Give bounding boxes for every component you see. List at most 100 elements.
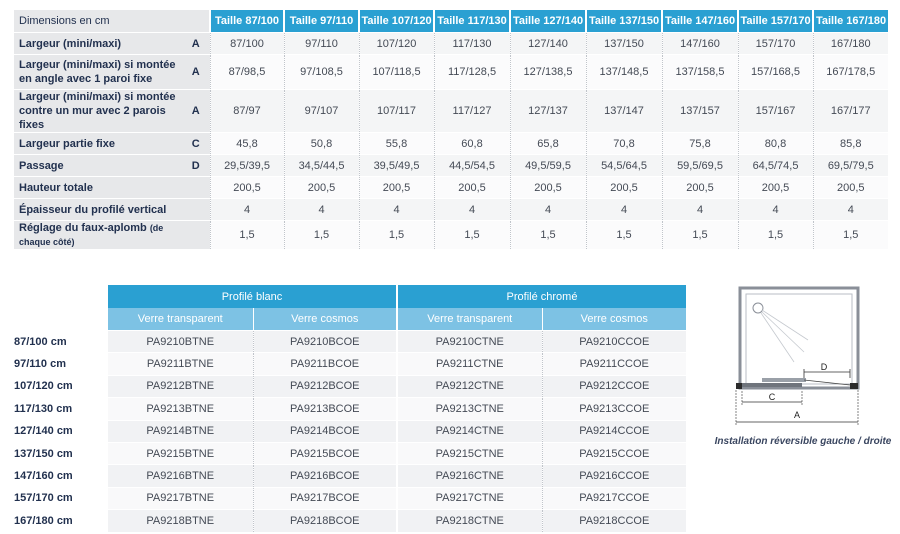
reference-code: PA9218CCOE xyxy=(541,509,686,532)
diagram-caption: Installation réversible gauche / droite xyxy=(714,436,892,447)
references-table: Profilé blanc Profilé chromé Verre trans… xyxy=(14,285,686,532)
reference-code: PA9215BTNE xyxy=(108,441,253,465)
dimension-value: 87/100 xyxy=(209,32,284,55)
dimension-label: Hauteur totale xyxy=(14,176,182,199)
dimension-label: Largeur (mini/maxi) xyxy=(14,32,182,55)
dimension-letter: A xyxy=(182,54,210,90)
dimension-value: 200,5 xyxy=(585,176,662,199)
dimension-label: Largeur partie fixe xyxy=(14,132,182,155)
reference-row: 117/130 cm PA9213BTNE PA9213BCOE PA9213CTNE… xyxy=(14,397,686,421)
subheader-cosmos-glass: Verre cosmos xyxy=(541,308,686,331)
dimension-value: 137/147 xyxy=(585,89,662,133)
dimension-value: 127/137 xyxy=(509,89,586,133)
dimension-value: 50,8 xyxy=(283,132,359,155)
reference-code: PA9211CTNE xyxy=(396,352,542,376)
dimension-label: Réglage du faux-aplomb (de chaque côté) xyxy=(14,220,182,249)
reference-code: PA9218BCOE xyxy=(252,509,397,532)
dimension-value: 49,5/59,5 xyxy=(509,154,586,177)
dimension-value: 200,5 xyxy=(433,176,510,199)
dimension-value: 1,5 xyxy=(283,220,359,249)
dimension-value: 157/170 xyxy=(737,32,813,55)
reference-code: PA9216BCOE xyxy=(252,464,397,488)
reference-code: PA9216CCOE xyxy=(541,464,686,488)
reference-row: 97/110 cm PA9211BTNE PA9211BCOE PA9211CTNE P… xyxy=(14,352,686,376)
dimension-value: 87/98,5 xyxy=(209,54,284,90)
dimension-value: 200,5 xyxy=(812,176,888,199)
dimension-row: Largeur (mini/maxi) A 87/100 97/110 107/120 1… xyxy=(14,32,888,55)
dimension-value: 45,8 xyxy=(209,132,284,155)
reference-code: PA9218BTNE xyxy=(108,509,253,532)
references-subheader-row: Verre transparent Verre cosmos Verre tra… xyxy=(14,308,686,331)
dimension-value: 107/117 xyxy=(358,89,434,133)
reference-code: PA9213BCOE xyxy=(252,397,397,421)
reference-size: 127/140 cm xyxy=(14,419,108,443)
dimensions-table: Dimensions en cm Taille 87/100 Taille 97… xyxy=(14,10,888,249)
size-header: Taille 137/150 xyxy=(585,10,662,33)
size-header: Taille 167/180 xyxy=(812,10,888,33)
references-group-row: Profilé blanc Profilé chromé xyxy=(14,285,686,308)
dimension-value: 39,5/49,5 xyxy=(358,154,434,177)
dimension-value: 65,8 xyxy=(509,132,586,155)
dimension-value: 167/180 xyxy=(812,32,888,55)
dimension-value: 85,8 xyxy=(812,132,888,155)
reference-code: PA9214BCOE xyxy=(252,419,397,443)
reference-size: 137/150 cm xyxy=(14,441,108,465)
reference-code: PA9212BTNE xyxy=(108,374,253,398)
dimension-value: 4 xyxy=(509,198,586,221)
dimension-row: Épaisseur du profilé vertical 4 4 4 4 4 4 4 4 4 xyxy=(14,198,888,221)
group-header-white-profile: Profilé blanc xyxy=(108,285,398,308)
dimension-value: 127/138,5 xyxy=(509,54,586,90)
reference-code: PA9214BTNE xyxy=(108,419,253,443)
reference-code: PA9216CTNE xyxy=(396,464,542,488)
dimension-value: 200,5 xyxy=(661,176,738,199)
dimension-value: 80,8 xyxy=(737,132,813,155)
dimension-letter: C xyxy=(182,132,210,155)
dimension-value: 70,8 xyxy=(585,132,662,155)
dimension-value: 4 xyxy=(283,198,359,221)
dimension-value: 1,5 xyxy=(812,220,888,249)
dimension-value: 200,5 xyxy=(358,176,434,199)
dimension-value: 167/178,5 xyxy=(812,54,888,90)
size-header: Taille 107/120 xyxy=(358,10,434,33)
total-width-dimension: A xyxy=(735,390,859,426)
dimension-value: 60,8 xyxy=(433,132,510,155)
dimension-value: 1,5 xyxy=(509,220,586,249)
reference-code: PA9217CTNE xyxy=(396,486,542,510)
subheader-clear-glass: Verre transparent xyxy=(108,308,253,331)
dimension-label-text: Largeur partie fixe xyxy=(19,137,115,150)
reference-code: PA9217BCOE xyxy=(252,486,397,510)
reference-code: PA9218CTNE xyxy=(396,509,542,532)
dimension-label-text: Largeur (mini/maxi) si montée xyxy=(19,91,176,103)
reference-code: PA9212BCOE xyxy=(252,374,397,398)
dimension-value: 54,5/64,5 xyxy=(585,154,662,177)
reference-code: PA9211CCOE xyxy=(541,352,686,376)
dimension-label-text: Épaisseur du profilé vertical xyxy=(19,203,167,216)
group-header-chrome-profile: Profilé chromé xyxy=(397,285,686,308)
dimension-value: 1,5 xyxy=(737,220,813,249)
reference-row: 107/120 cm PA9212BTNE PA9212BCOE PA9212CTNE… xyxy=(14,374,686,398)
dimension-letter: A xyxy=(182,89,210,133)
dimension-value: 117/130 xyxy=(433,32,510,55)
dimension-letter xyxy=(182,176,210,199)
dimension-value: 4 xyxy=(209,198,284,221)
dimension-value: 4 xyxy=(812,198,888,221)
reference-code: PA9210CCOE xyxy=(541,329,686,353)
dimension-row: Réglage du faux-aplomb (de chaque côté) 1… xyxy=(14,220,888,249)
reference-row: 127/140 cm PA9214BTNE PA9214BCOE PA9214CTNE… xyxy=(14,419,686,443)
reference-row: 137/150 cm PA9215BTNE PA9215BCOE PA9215CTNE… xyxy=(14,441,686,465)
dimension-row: Hauteur totale 200,5 200,5 200,5 200,5 200,5 2… xyxy=(14,176,888,199)
dimension-value: 107/120 xyxy=(358,32,434,55)
dimension-value: 200,5 xyxy=(209,176,284,199)
dimension-letter: D xyxy=(182,154,210,177)
reference-code: PA9212CTNE xyxy=(396,374,542,398)
diagram-label-a: A xyxy=(794,410,800,420)
dimension-value: 97/108,5 xyxy=(283,54,359,90)
dimension-value: 59,5/69,5 xyxy=(661,154,738,177)
dimension-value: 137/150 xyxy=(585,32,662,55)
dimension-value: 4 xyxy=(585,198,662,221)
fixed-part-dimension: C xyxy=(741,391,803,406)
dimension-value: 97/110 xyxy=(283,32,359,55)
reference-row: 157/170 cm PA9217BTNE PA9217BCOE PA9217CTNE… xyxy=(14,486,686,510)
dimension-label-text: Passage xyxy=(19,159,64,172)
reference-code: PA9214CTNE xyxy=(396,419,542,443)
